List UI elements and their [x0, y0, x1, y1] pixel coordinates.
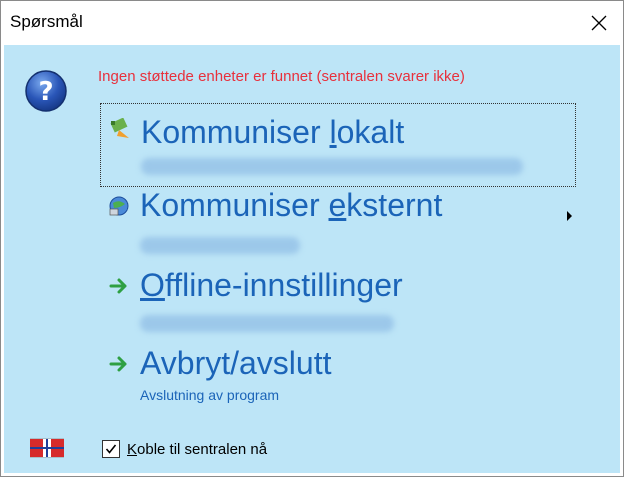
- command-offline-settings[interactable]: Offline-innstillinger: [100, 267, 574, 347]
- green-arrow-icon: [109, 278, 127, 294]
- command-label-cancel: Avbryt/avslutt: [140, 345, 332, 381]
- flag-icon: [30, 438, 64, 458]
- close-button[interactable]: [575, 1, 623, 45]
- command-subtitle: Avslutning av program: [140, 387, 280, 403]
- connect-now-checkbox-row[interactable]: Koble til sentralen nå: [102, 440, 267, 458]
- window-title: Spørsmål: [10, 12, 83, 31]
- title-bar: Spørsmål: [1, 1, 623, 45]
- command-subtitle-blurred: [140, 237, 300, 254]
- globe-network-icon: [109, 196, 129, 216]
- command-label-local: Kommuniser lokalt: [141, 114, 405, 150]
- green-arrow-icon: [109, 356, 127, 372]
- command-label-offline: Offline-innstillinger: [140, 267, 403, 303]
- command-communicate-local[interactable]: Kommuniser lokalt: [100, 103, 576, 187]
- connect-now-checkbox[interactable]: [102, 440, 120, 458]
- network-computer-icon: [110, 118, 129, 138]
- command-communicate-external[interactable]: Kommuniser eksternt: [100, 187, 574, 269]
- error-message: Ingen støttede enheter er funnet (sentra…: [98, 68, 465, 85]
- command-subtitle-blurred: [141, 158, 523, 175]
- command-cancel-exit[interactable]: Avbryt/avslutt Avslutning av program: [100, 345, 574, 415]
- question-icon: ?: [25, 70, 67, 112]
- dialog-body: ? Ingen støttede enheter er funnet (sent…: [4, 45, 620, 473]
- command-label-external: Kommuniser eksternt: [140, 187, 443, 223]
- submenu-arrow-icon: [567, 211, 572, 221]
- command-subtitle-blurred: [140, 315, 394, 332]
- close-icon: [591, 15, 607, 31]
- dialog-window: Spørsmål ? Ingen støttede enheter er fun…: [0, 0, 624, 477]
- svg-text:?: ?: [38, 77, 53, 107]
- connect-now-label: Koble til sentralen nå: [127, 440, 268, 458]
- checkmark-icon: [105, 444, 117, 454]
